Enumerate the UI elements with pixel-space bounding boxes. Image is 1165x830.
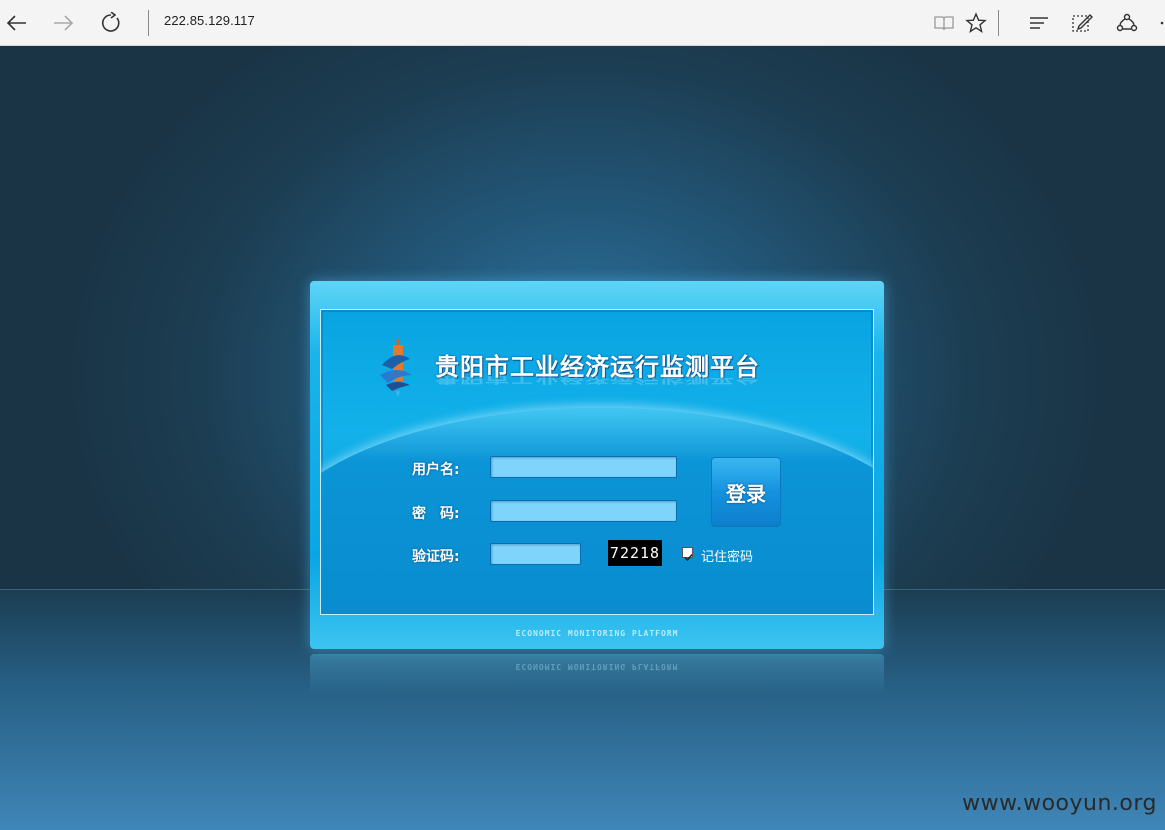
web-note-icon[interactable] xyxy=(1067,8,1097,38)
address-divider xyxy=(148,10,149,36)
hub-icon[interactable] xyxy=(1024,8,1054,38)
footer-text-reflection: ECONOMIC MONITORING PLATFORM xyxy=(515,662,679,671)
remember-password-checkbox[interactable] xyxy=(682,547,693,562)
reading-view-icon[interactable] xyxy=(929,8,959,38)
watermark: www.wooyun.org xyxy=(962,791,1157,816)
forward-icon[interactable] xyxy=(48,8,78,38)
more-icon[interactable] xyxy=(1148,8,1165,38)
password-label: 密 码: xyxy=(412,506,460,522)
remember-password-label[interactable]: 记住密码 xyxy=(701,546,753,565)
favorite-star-icon[interactable] xyxy=(961,8,991,38)
back-icon[interactable] xyxy=(2,8,32,38)
captcha-image[interactable]: 72218 xyxy=(608,540,662,566)
platform-footer-text: ECONOMIC MONITORING PLATFORM xyxy=(515,629,679,638)
share-icon[interactable] xyxy=(1112,8,1142,38)
captcha-label: 验证码: xyxy=(412,549,460,565)
page-title-reflection: 贵阳市工业经济运行监测平台 xyxy=(435,372,760,386)
password-input[interactable] xyxy=(490,500,677,522)
panel-reflection: ECONOMIC MONITORING PLATFORM xyxy=(310,654,884,694)
browser-toolbar: 222.85.129.117 xyxy=(0,0,1165,46)
platform-logo-icon xyxy=(380,339,412,397)
login-page: 贵阳市工业经济运行监测平台 贵阳市工业经济运行监测平台 用户名: 密 码: 验证… xyxy=(0,46,1165,830)
refresh-icon[interactable] xyxy=(96,8,126,38)
username-label: 用户名: xyxy=(412,462,460,478)
username-input[interactable] xyxy=(490,456,677,478)
checkmark-icon xyxy=(684,554,693,562)
login-inner-frame: 贵阳市工业经济运行监测平台 贵阳市工业经济运行监测平台 用户名: 密 码: 验证… xyxy=(320,309,874,615)
address-bar[interactable]: 222.85.129.117 xyxy=(164,13,255,28)
toolbar-divider xyxy=(998,10,999,36)
login-panel: 贵阳市工业经济运行监测平台 贵阳市工业经济运行监测平台 用户名: 密 码: 验证… xyxy=(310,281,884,649)
captcha-input[interactable] xyxy=(490,543,581,565)
login-button[interactable]: 登录 xyxy=(711,457,781,527)
